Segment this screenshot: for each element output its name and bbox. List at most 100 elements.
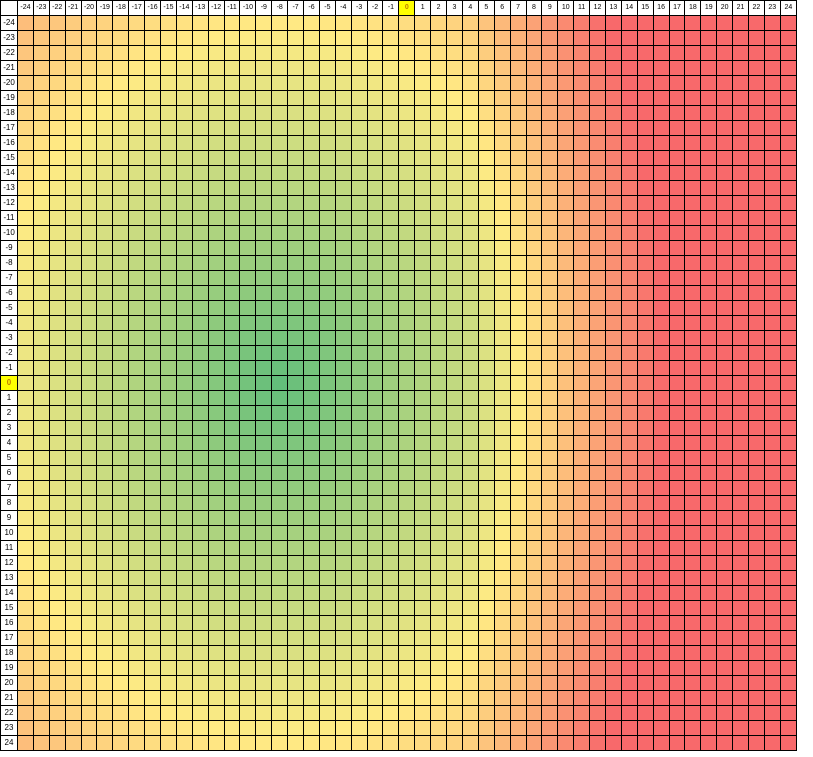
grid-cell[interactable] — [509, 60, 527, 76]
grid-cell[interactable] — [366, 660, 384, 676]
grid-cell[interactable] — [64, 210, 82, 226]
grid-cell[interactable] — [398, 615, 416, 631]
grid-cell[interactable] — [223, 645, 241, 661]
grid-cell[interactable] — [684, 645, 702, 661]
grid-cell[interactable] — [747, 300, 765, 316]
grid-cell[interactable] — [652, 285, 670, 301]
grid-cell[interactable] — [636, 390, 654, 406]
grid-cell[interactable] — [557, 165, 575, 181]
grid-cell[interactable] — [461, 270, 479, 286]
grid-cell[interactable] — [732, 30, 749, 46]
grid-cell[interactable] — [255, 630, 273, 646]
grid-cell[interactable] — [175, 465, 193, 481]
grid-cell[interactable] — [398, 90, 416, 106]
grid-cell[interactable] — [96, 195, 114, 211]
grid-cell[interactable] — [318, 450, 336, 466]
grid-cell[interactable] — [318, 525, 336, 541]
grid-cell[interactable] — [652, 330, 670, 346]
grid-cell[interactable] — [557, 450, 575, 466]
grid-cell[interactable] — [636, 495, 654, 511]
grid-cell[interactable] — [652, 525, 670, 541]
grid-cell[interactable] — [17, 735, 34, 751]
grid-cell[interactable] — [604, 705, 622, 721]
grid-cell[interactable] — [64, 660, 82, 676]
grid-cell[interactable] — [747, 690, 765, 706]
grid-cell[interactable] — [271, 705, 289, 721]
grid-cell[interactable] — [17, 540, 34, 556]
grid-cell[interactable] — [303, 210, 320, 226]
grid-cell[interactable] — [716, 420, 734, 436]
grid-cell[interactable] — [17, 30, 34, 46]
grid-cell[interactable] — [684, 690, 702, 706]
grid-cell[interactable] — [350, 705, 368, 721]
grid-cell[interactable] — [160, 90, 177, 106]
grid-cell[interactable] — [334, 270, 352, 286]
grid-cell[interactable] — [32, 480, 50, 496]
grid-cell[interactable] — [239, 405, 257, 421]
grid-cell[interactable] — [557, 495, 575, 511]
grid-cell[interactable] — [414, 465, 432, 481]
grid-cell[interactable] — [239, 375, 257, 391]
row-header[interactable]: -12 — [0, 195, 18, 211]
grid-cell[interactable] — [207, 105, 225, 121]
grid-cell[interactable] — [509, 150, 527, 166]
grid-cell[interactable] — [334, 480, 352, 496]
row-header[interactable]: -14 — [0, 165, 18, 181]
grid-cell[interactable] — [589, 435, 606, 451]
grid-cell[interactable] — [398, 375, 416, 391]
grid-cell[interactable] — [493, 345, 511, 361]
grid-cell[interactable] — [430, 360, 448, 376]
grid-cell[interactable] — [318, 285, 336, 301]
grid-cell[interactable] — [144, 345, 162, 361]
grid-cell[interactable] — [223, 360, 241, 376]
grid-cell[interactable] — [509, 390, 527, 406]
grid-cell[interactable] — [191, 210, 209, 226]
grid-cell[interactable] — [112, 495, 130, 511]
grid-cell[interactable] — [652, 735, 670, 751]
grid-cell[interactable] — [493, 600, 511, 616]
grid-cell[interactable] — [525, 435, 543, 451]
grid-cell[interactable] — [366, 705, 384, 721]
grid-cell[interactable] — [525, 690, 543, 706]
grid-cell[interactable] — [17, 555, 34, 571]
grid-cell[interactable] — [112, 585, 130, 601]
grid-cell[interactable] — [493, 30, 511, 46]
grid-cell[interactable] — [64, 375, 82, 391]
grid-cell[interactable] — [287, 405, 305, 421]
grid-cell[interactable] — [573, 360, 591, 376]
grid-cell[interactable] — [350, 165, 368, 181]
grid-cell[interactable] — [620, 525, 638, 541]
grid-cell[interactable] — [128, 435, 146, 451]
grid-cell[interactable] — [700, 225, 718, 241]
grid-cell[interactable] — [779, 465, 798, 481]
grid-cell[interactable] — [573, 90, 591, 106]
grid-cell[interactable] — [144, 585, 162, 601]
grid-cell[interactable] — [17, 75, 34, 91]
grid-cell[interactable] — [414, 420, 432, 436]
grid-cell[interactable] — [175, 345, 193, 361]
grid-cell[interactable] — [525, 330, 543, 346]
grid-cell[interactable] — [461, 15, 479, 31]
grid-cell[interactable] — [414, 435, 432, 451]
grid-cell[interactable] — [32, 570, 50, 586]
grid-cell[interactable] — [732, 165, 749, 181]
grid-cell[interactable] — [255, 705, 273, 721]
grid-cell[interactable] — [636, 180, 654, 196]
row-header[interactable]: 7 — [0, 480, 18, 496]
grid-cell[interactable] — [652, 645, 670, 661]
grid-cell[interactable] — [430, 465, 448, 481]
grid-cell[interactable] — [716, 165, 734, 181]
grid-cell[interactable] — [160, 120, 177, 136]
grid-cell[interactable] — [48, 645, 66, 661]
grid-cell[interactable] — [32, 120, 50, 136]
grid-cell[interactable] — [461, 120, 479, 136]
grid-cell[interactable] — [620, 540, 638, 556]
column-header[interactable]: 12 — [589, 0, 606, 16]
grid-cell[interactable] — [684, 555, 702, 571]
grid-cell[interactable] — [80, 600, 98, 616]
grid-cell[interactable] — [223, 45, 241, 61]
grid-cell[interactable] — [684, 210, 702, 226]
grid-cell[interactable] — [557, 465, 575, 481]
grid-cell[interactable] — [112, 195, 130, 211]
grid-cell[interactable] — [271, 300, 289, 316]
